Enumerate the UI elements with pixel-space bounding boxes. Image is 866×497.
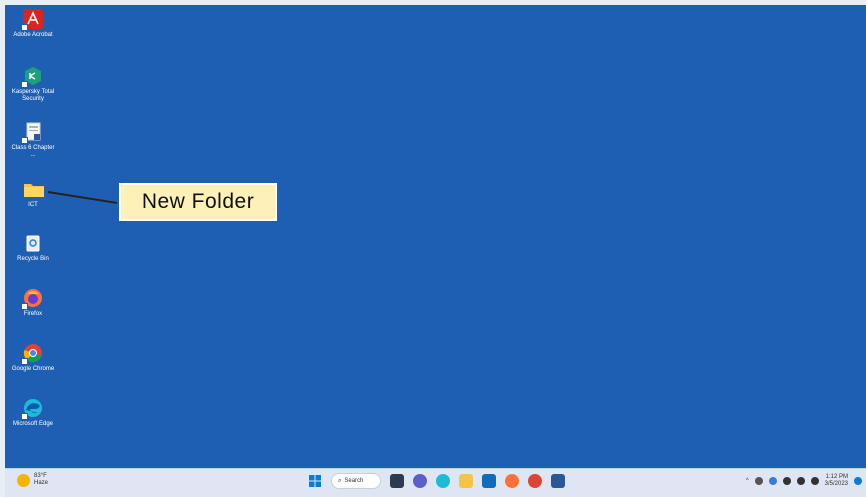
clock-date: 3/5/2023 (824, 481, 848, 487)
desktop-icon-adobe-acrobat[interactable]: Adobe Acrobat (11, 9, 55, 39)
store-icon[interactable] (482, 474, 496, 488)
desktop-icon-label: Adobe Acrobat (13, 32, 53, 38)
taskbar: 83°F Haze ⌕ Search ^ 1:12 PM 3/5/2023 (5, 468, 866, 497)
desktop-icon-google-chrome[interactable]: Google Chrome (11, 343, 55, 373)
battery-icon[interactable] (810, 477, 819, 485)
desktop-icon-kaspersky[interactable]: Kaspersky Total Security (11, 66, 55, 103)
edge-icon (21, 398, 43, 420)
desktop-icon-ict-folder[interactable]: ICT (11, 179, 55, 209)
desktop-icon-recycle-bin[interactable]: Recycle Bin (11, 233, 55, 263)
file-explorer-icon[interactable] (459, 474, 473, 488)
kaspersky-icon (21, 66, 43, 88)
task-view-icon[interactable] (390, 474, 404, 488)
wifi-icon[interactable] (782, 477, 791, 485)
chevron-up-icon[interactable]: ^ (746, 478, 749, 484)
desktop-icon-class-6-chapter[interactable]: Class 6 Chapter ... (11, 122, 55, 159)
taskbar-search[interactable]: ⌕ Search (331, 473, 381, 489)
taskbar-apps: ⌕ Search (308, 473, 565, 489)
desktop-icon-label: Kaspersky Total Security (11, 89, 55, 102)
desktop-icon-label: Recycle Bin (17, 256, 49, 262)
folder-icon (23, 179, 44, 199)
desktop[interactable]: Adobe Acrobat Kaspersky Total Security C… (5, 5, 866, 468)
onedrive-icon[interactable] (754, 477, 763, 485)
weather-widget[interactable]: 83°F Haze (17, 473, 48, 487)
new-folder-callout: New Folder (119, 183, 277, 221)
chrome-icon (21, 343, 43, 365)
notification-badge-icon[interactable] (854, 477, 862, 485)
desktop-icon-label: Firefox (23, 311, 43, 317)
cloud-icon[interactable] (768, 477, 777, 485)
desktop-icon-label: Google Chrome (11, 366, 55, 372)
callout-pointer-line (47, 191, 118, 204)
volume-icon[interactable] (796, 477, 805, 485)
adobe-acrobat-icon (21, 9, 43, 31)
weather-condition: Haze (34, 480, 49, 486)
document-icon (21, 122, 43, 144)
word-icon[interactable] (551, 474, 565, 488)
edge-taskbar-icon[interactable] (436, 474, 450, 488)
recycle-bin-icon (23, 233, 43, 253)
screen: Adobe Acrobat Kaspersky Total Security C… (0, 0, 866, 497)
desktop-icon-label: Class 6 Chapter ... (11, 145, 55, 158)
clock-time: 1:12 PM (825, 474, 848, 480)
system-tray: ^ 1:12 PM 3/5/2023 (746, 474, 862, 488)
chrome-taskbar-icon[interactable] (528, 474, 542, 488)
clock[interactable]: 1:12 PM 3/5/2023 (825, 474, 848, 488)
search-label: Search (344, 478, 364, 484)
firefox-taskbar-icon[interactable] (505, 474, 519, 488)
desktop-icon-label: ICT (28, 202, 38, 208)
windows-start-icon[interactable] (308, 474, 322, 488)
sun-icon (17, 473, 30, 487)
desktop-icon-label: Microsoft Edge (12, 421, 54, 427)
chat-icon[interactable] (413, 474, 427, 488)
desktop-icon-firefox[interactable]: Firefox (11, 288, 55, 318)
firefox-icon (21, 288, 43, 310)
search-icon: ⌕ (338, 477, 342, 484)
desktop-icon-microsoft-edge[interactable]: Microsoft Edge (11, 398, 55, 428)
weather-temp: 83°F (34, 473, 47, 479)
